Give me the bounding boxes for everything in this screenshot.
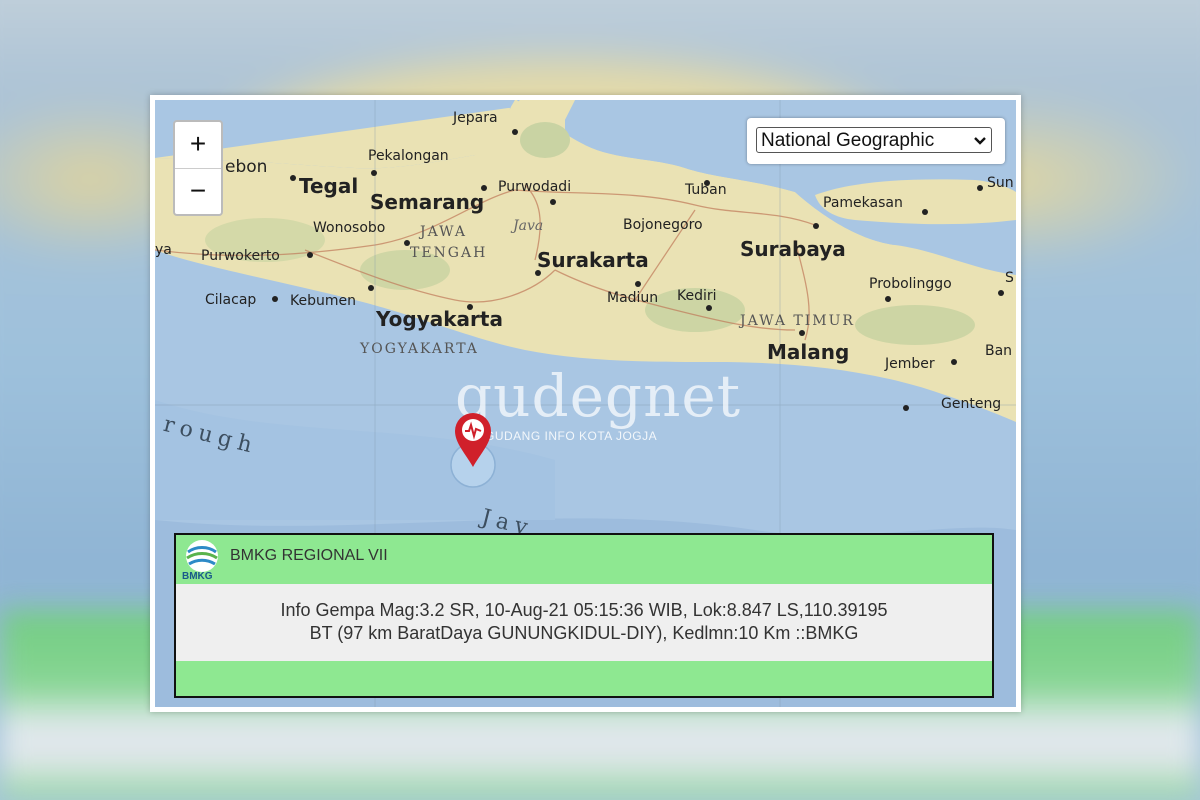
- label-java: Java: [513, 218, 544, 234]
- region-jawa-tengah-2: TENGAH: [410, 245, 488, 261]
- city-dot: [885, 296, 891, 302]
- zoom-out-button[interactable]: −: [175, 168, 221, 215]
- city-dot: [813, 223, 819, 229]
- basemap-selected-value: National Geographic: [761, 130, 935, 151]
- city-dot: [535, 270, 541, 276]
- city-jepara: Jepara: [453, 110, 498, 126]
- chevron-down-icon: [973, 128, 987, 162]
- zoom-control: + −: [173, 120, 223, 216]
- city-dot: [977, 185, 983, 191]
- info-body: Info Gempa Mag:3.2 SR, 10-Aug-21 05:15:3…: [176, 584, 992, 661]
- city-dot: [550, 199, 556, 205]
- city-dot: [951, 359, 957, 365]
- city-dot: [706, 305, 712, 311]
- map-panel: JAWA TENGAH JAWA TIMUR YOGYAKARTA Jepara…: [150, 95, 1021, 712]
- city-dot: [481, 185, 487, 191]
- region-yogyakarta: YOGYAKARTA: [360, 341, 479, 357]
- city-dot: [903, 405, 909, 411]
- region-jawa-timur: JAWA TIMUR: [740, 313, 855, 329]
- city-jember: Jember: [885, 356, 935, 372]
- basemap-control: National Geographic: [747, 118, 1005, 164]
- info-line-2: BT (97 km BaratDaya GUNUNGKIDUL-DIY), Ke…: [309, 623, 859, 643]
- city-banjar: ya: [155, 242, 172, 258]
- city-dot: [272, 296, 278, 302]
- city-wonosobo: Wonosobo: [313, 220, 386, 236]
- basemap-select[interactable]: National Geographic: [756, 127, 992, 153]
- city-dot: [290, 175, 296, 181]
- city-dot: [922, 209, 928, 215]
- city-madiun: Madiun: [607, 290, 659, 306]
- city-dot: [404, 240, 410, 246]
- city-pekalongan: Pekalongan: [368, 148, 449, 164]
- region-jawa-tengah-1: JAWA: [420, 224, 467, 240]
- city-yogyakarta: Yogyakarta: [376, 307, 503, 331]
- city-probolinggo: Probolinggo: [869, 276, 952, 292]
- bmkg-logo-text: BMKG: [182, 571, 213, 582]
- city-dot: [799, 330, 805, 336]
- city-pamekasan: Pamekasan: [823, 195, 903, 211]
- earthquake-info-box: BMKG BMKG REGIONAL VII Info Gempa Mag:3.…: [174, 533, 994, 698]
- city-semarang: Semarang: [370, 190, 485, 214]
- city-dot: [998, 290, 1004, 296]
- city-bojonegoro: Bojonegoro: [623, 217, 703, 233]
- city-surakarta: Surakarta: [537, 248, 649, 272]
- city-tegal: Tegal: [299, 174, 359, 198]
- info-line-1: Info Gempa Mag:3.2 SR, 10-Aug-21 05:15:3…: [280, 600, 888, 620]
- city-cirebon: ebon: [225, 157, 268, 177]
- city-dot: [371, 170, 377, 176]
- city-dot: [467, 304, 473, 310]
- city-dot: [368, 285, 374, 291]
- city-purwokerto: Purwokerto: [201, 248, 280, 264]
- city-dot: [704, 180, 710, 186]
- city-genteng: Genteng: [941, 396, 1002, 412]
- city-kediri: Kediri: [677, 288, 717, 304]
- epicenter-marker[interactable]: [448, 403, 498, 498]
- city-surabaya: Surabaya: [740, 237, 846, 261]
- info-title: BMKG REGIONAL VII: [230, 547, 388, 564]
- city-purwodadi: Purwodadi: [498, 179, 572, 195]
- zoom-in-button[interactable]: +: [175, 122, 221, 168]
- city-s-east: S: [1005, 270, 1014, 286]
- city-kebumen: Kebumen: [290, 293, 356, 309]
- city-dot: [635, 281, 641, 287]
- city-malang: Malang: [767, 340, 850, 364]
- city-sumenep: Sun: [987, 175, 1014, 191]
- city-dot: [512, 129, 518, 135]
- city-cilacap: Cilacap: [205, 292, 257, 308]
- city-dot: [307, 252, 313, 258]
- city-ban: Ban: [985, 343, 1013, 359]
- watermark-subtitle: GUDANG INFO KOTA JOGJA: [485, 429, 658, 443]
- map-view[interactable]: JAWA TENGAH JAWA TIMUR YOGYAKARTA Jepara…: [155, 100, 1016, 707]
